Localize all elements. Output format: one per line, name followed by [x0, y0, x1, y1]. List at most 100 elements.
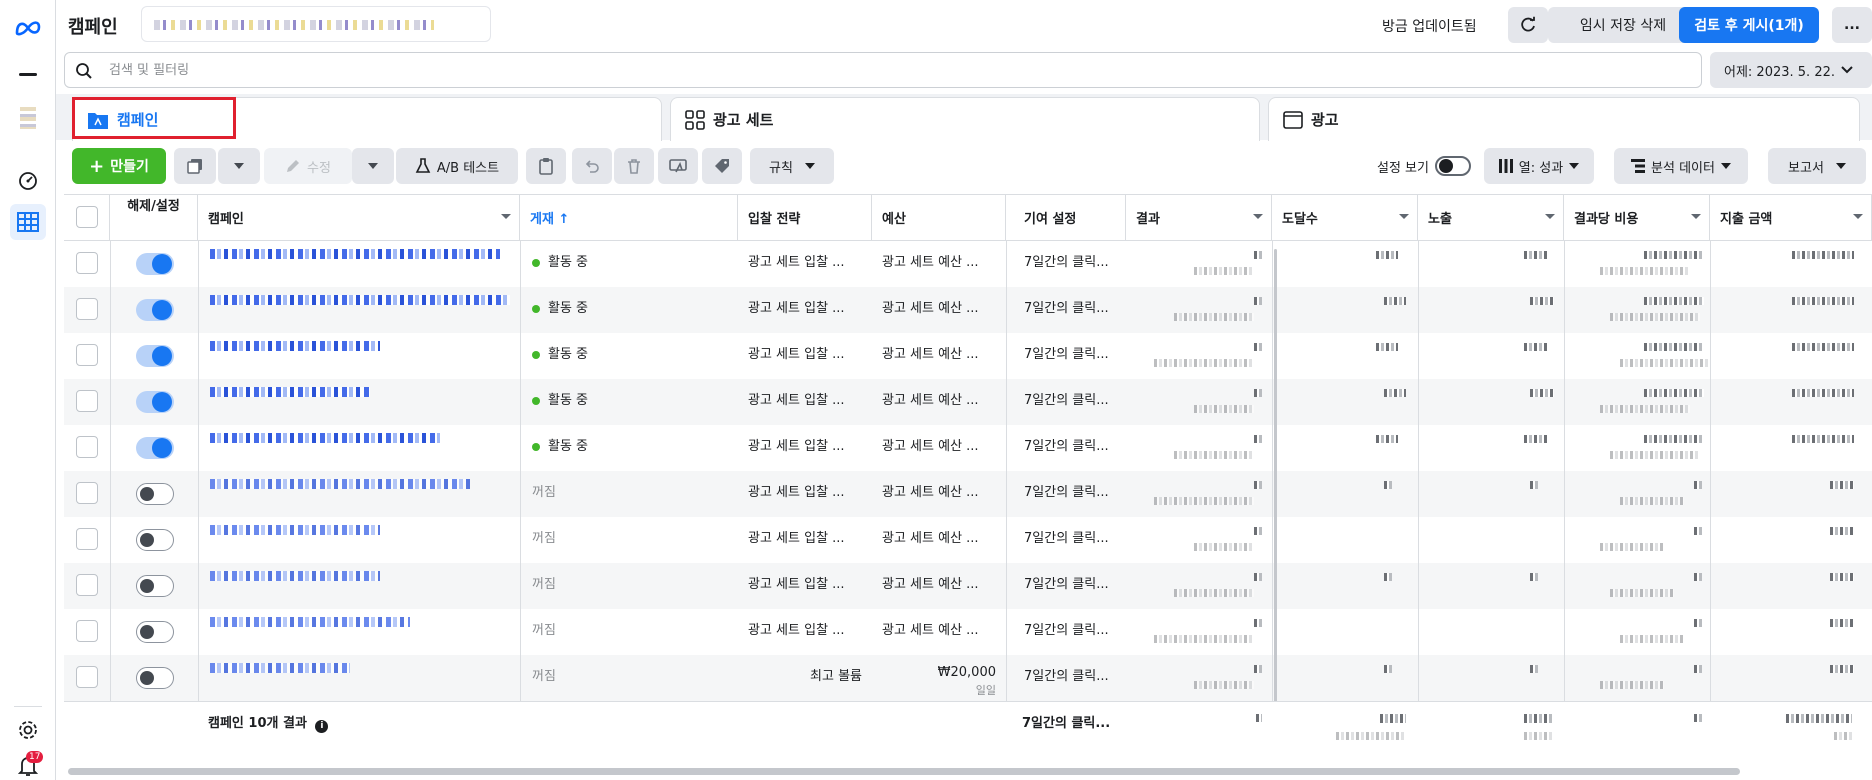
row-checkbox[interactable] — [76, 666, 98, 688]
preview-button[interactable] — [658, 148, 698, 184]
account-avatar[interactable] — [10, 100, 46, 136]
amount-spent-value — [1792, 343, 1854, 351]
page-title: 캠페인 — [68, 17, 118, 38]
table-row[interactable]: 활동 중 광고 세트 입찰 ... 광고 세트 예산 ... 7일간의 클릭... — [64, 333, 1872, 379]
campaign-onoff-toggle[interactable] — [136, 575, 174, 597]
campaign-onoff-toggle[interactable] — [136, 345, 174, 367]
table-row[interactable]: 활동 중 광고 세트 입찰 ... 광고 세트 예산 ... 7일간의 클릭... — [64, 425, 1872, 471]
row-checkbox[interactable] — [76, 344, 98, 366]
table-row[interactable]: 활동 중 광고 세트 입찰 ... 광고 세트 예산 ... 7일간의 클릭... — [64, 287, 1872, 333]
campaign-onoff-toggle[interactable] — [136, 437, 174, 459]
view-setup-toggle[interactable] — [1434, 156, 1471, 176]
column-header-impressions[interactable]: 노출 — [1418, 195, 1564, 241]
ab-test-button[interactable]: A/B 테스트 — [396, 148, 518, 184]
campaign-onoff-toggle[interactable] — [136, 483, 174, 505]
campaign-name-link[interactable] — [210, 479, 470, 489]
info-icon[interactable]: i — [315, 720, 329, 733]
clipboard-button[interactable] — [526, 148, 566, 184]
vertical-scrollbar[interactable] — [1274, 249, 1277, 757]
search-filter-bar[interactable] — [64, 52, 1702, 88]
table-row[interactable]: 꺼짐 광고 세트 입찰 ... 광고 세트 예산 ... 7일간의 클릭... — [64, 471, 1872, 517]
column-header-campaign[interactable]: 캠페인 — [198, 195, 520, 241]
column-header-delivery[interactable]: 게재 ↑ — [520, 195, 738, 241]
campaign-name-link[interactable] — [210, 525, 380, 535]
row-checkbox[interactable] — [76, 298, 98, 320]
campaigns-table-icon[interactable] — [10, 204, 46, 240]
table-row[interactable]: 활동 중 광고 세트 입찰 ... 광고 세트 예산 ... 7일간의 클릭... — [64, 379, 1872, 425]
campaign-onoff-toggle[interactable] — [136, 529, 174, 551]
horizontal-scrollbar[interactable] — [68, 768, 1740, 775]
undo-button[interactable] — [572, 148, 612, 184]
budget-cell: 광고 세트 예산 ... — [872, 609, 1006, 655]
campaign-name-link[interactable] — [210, 433, 440, 443]
reach-value — [1384, 481, 1392, 489]
date-range-button[interactable]: 어제: 2023. 5. 22. — [1710, 52, 1872, 88]
tab-ad-sets[interactable]: 광고 세트 — [670, 97, 1260, 141]
columns-button[interactable]: 열: 성과 — [1484, 148, 1594, 184]
duplicate-dropdown-button[interactable] — [218, 148, 260, 184]
breakdown-button[interactable]: 분석 데이터 — [1614, 148, 1748, 184]
collapse-menu-icon[interactable] — [10, 56, 46, 92]
campaign-name-link[interactable] — [210, 571, 380, 581]
campaign-name-link[interactable] — [210, 387, 370, 397]
duplicate-button[interactable] — [174, 148, 216, 184]
account-selector[interactable] — [141, 6, 491, 42]
top-header: 캠페인 방금 업데이트됨 임시 저장 삭제 검토 후 게시(1개) ... — [56, 0, 1872, 50]
campaign-name-link[interactable] — [210, 341, 380, 351]
campaign-onoff-toggle[interactable] — [136, 667, 174, 689]
refresh-button[interactable] — [1508, 7, 1548, 43]
active-status-dot — [532, 442, 540, 451]
campaign-onoff-toggle[interactable] — [136, 621, 174, 643]
table-row[interactable]: 꺼짐 최고 볼륨 ₩20,000 일일 7일간의 클릭... — [64, 655, 1872, 701]
tab-campaigns[interactable]: 캠페인 — [72, 97, 662, 141]
meta-logo-icon[interactable] — [10, 10, 46, 46]
column-header-reach[interactable]: 도달수 — [1272, 195, 1418, 241]
campaign-name-link[interactable] — [210, 295, 510, 305]
column-header-cost-per-result[interactable]: 결과당 비용 — [1564, 195, 1710, 241]
table-row[interactable]: 꺼짐 광고 세트 입찰 ... 광고 세트 예산 ... 7일간의 클릭... — [64, 563, 1872, 609]
row-checkbox[interactable] — [76, 252, 98, 274]
reports-button[interactable]: 보고서 — [1768, 148, 1866, 184]
breakdown-label: 분석 데이터 — [1651, 160, 1715, 176]
discard-draft-button[interactable]: 임시 저장 삭제 — [1548, 7, 1698, 43]
column-header-attribution[interactable]: 기여 설정 — [1006, 195, 1126, 241]
view-setup-control[interactable]: 설정 보기 — [1364, 148, 1484, 184]
impressions-value — [1530, 665, 1538, 673]
budget-value: 광고 세트 예산 ... — [882, 393, 979, 408]
search-input[interactable] — [109, 59, 1609, 81]
row-checkbox[interactable] — [76, 436, 98, 458]
edit-dropdown-button[interactable] — [352, 148, 394, 184]
edit-button[interactable]: 수정 — [264, 148, 352, 184]
campaign-onoff-toggle[interactable] — [136, 299, 174, 321]
row-checkbox[interactable] — [76, 528, 98, 550]
column-header-bid-strategy[interactable]: 입찰 전략 — [738, 195, 872, 241]
settings-gear-icon[interactable] — [10, 712, 46, 748]
table-row[interactable]: 꺼짐 광고 세트 입찰 ... 광고 세트 예산 ... 7일간의 클릭... — [64, 609, 1872, 655]
more-options-button[interactable]: ... — [1832, 7, 1872, 43]
campaign-name-link[interactable] — [210, 663, 350, 673]
table-row[interactable]: 활동 중 광고 세트 입찰 ... 광고 세트 예산 ... 7일간의 클릭... — [64, 241, 1872, 287]
campaign-onoff-toggle[interactable] — [136, 253, 174, 275]
tag-button[interactable] — [702, 148, 742, 184]
table-row[interactable]: 꺼짐 광고 세트 입찰 ... 광고 세트 예산 ... 7일간의 클릭... — [64, 517, 1872, 563]
column-header-results[interactable]: 결과 — [1126, 195, 1272, 241]
rules-button[interactable]: 규칙 — [750, 148, 834, 184]
create-button[interactable]: + 만들기 — [72, 148, 166, 184]
delivery-cell: 꺼짐 — [520, 563, 738, 609]
campaign-name-link[interactable] — [210, 617, 410, 627]
row-checkbox[interactable] — [76, 620, 98, 642]
cost-per-result-sub — [1600, 681, 1664, 689]
row-checkbox[interactable] — [76, 390, 98, 412]
campaign-name-link[interactable] — [210, 249, 500, 259]
row-checkbox[interactable] — [76, 574, 98, 596]
review-publish-button[interactable]: 검토 후 게시(1개) — [1679, 7, 1819, 43]
dashboard-gauge-icon[interactable] — [10, 162, 46, 198]
tab-ads[interactable]: 광고 — [1268, 97, 1860, 141]
row-checkbox[interactable] — [76, 482, 98, 504]
campaign-onoff-toggle[interactable] — [136, 391, 174, 413]
select-all-checkbox[interactable] — [76, 206, 98, 228]
column-header-amount-spent[interactable]: 지출 금액 — [1710, 195, 1872, 241]
delete-button[interactable] — [614, 148, 654, 184]
column-header-onoff[interactable]: 해제/설정 — [110, 195, 198, 241]
column-header-budget[interactable]: 예산 — [872, 195, 1006, 241]
